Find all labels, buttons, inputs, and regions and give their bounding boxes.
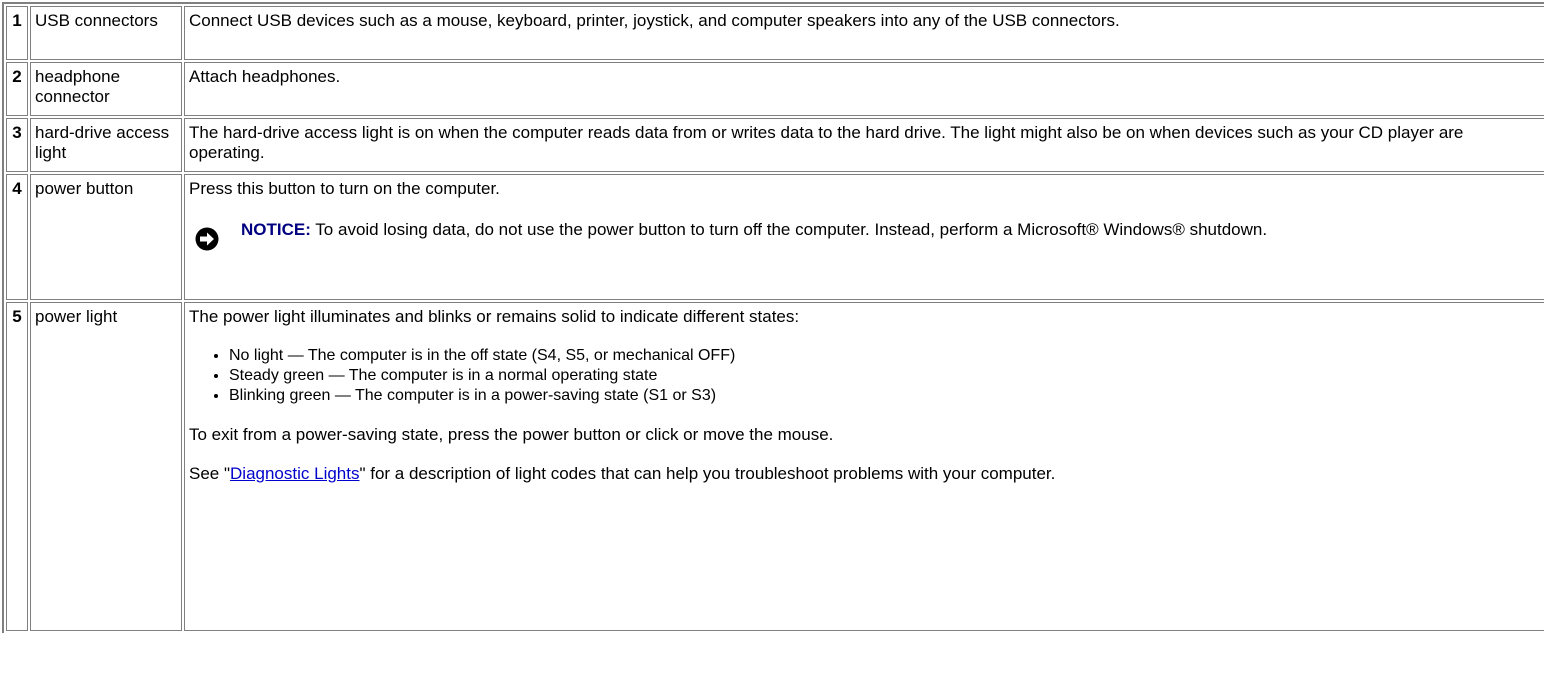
table-row: 5 power light The power light illuminate… — [6, 302, 1544, 631]
notice-text: To avoid losing data, do not use the pow… — [310, 220, 1268, 239]
see-suffix: " for a description of light codes that … — [359, 464, 1056, 483]
description-text: Connect USB devices such as a mouse, key… — [189, 11, 1120, 30]
feature-description: Attach headphones. — [184, 62, 1544, 116]
feature-name: power light — [30, 302, 182, 631]
table-row: 3 hard-drive access light The hard-drive… — [6, 118, 1544, 172]
row-number: 4 — [6, 174, 28, 300]
list-item: No light — The computer is in the off st… — [229, 346, 1541, 366]
feature-description: Connect USB devices such as a mouse, key… — [184, 6, 1544, 60]
table-row: 4 power button Press this button to turn… — [6, 174, 1544, 300]
row-number: 3 — [6, 118, 28, 172]
notice-box: NOTICE: To avoid losing data, do not use… — [189, 220, 1541, 251]
description-text: Attach headphones. — [189, 67, 341, 86]
feature-description: The power light illuminates and blinks o… — [184, 302, 1544, 631]
feature-name: headphone connector — [30, 62, 182, 116]
feature-description: Press this button to turn on the compute… — [184, 174, 1544, 300]
feature-name: power button — [30, 174, 182, 300]
list-item: Steady green — The computer is in a norm… — [229, 366, 1541, 386]
description-text: The hard-drive access light is on when t… — [189, 123, 1464, 162]
description-text: The power light illuminates and blinks o… — [189, 307, 800, 326]
table-row: 2 headphone connector Attach headphones. — [6, 62, 1544, 116]
power-states-list: No light — The computer is in the off st… — [189, 346, 1541, 406]
see-paragraph: See "Diagnostic Lights" for a descriptio… — [189, 464, 1541, 484]
row-number: 2 — [6, 62, 28, 116]
row-number: 1 — [6, 6, 28, 60]
feature-name: USB connectors — [30, 6, 182, 60]
diagnostic-lights-link[interactable]: Diagnostic Lights — [230, 464, 359, 483]
list-item: Blinking green — The computer is in a po… — [229, 386, 1541, 406]
notice-label: NOTICE: — [241, 220, 311, 239]
see-prefix: See " — [189, 464, 231, 483]
feature-description: The hard-drive access light is on when t… — [184, 118, 1544, 172]
table-row: 1 USB connectors Connect USB devices suc… — [6, 6, 1544, 60]
exit-text: To exit from a power-saving state, press… — [189, 425, 834, 444]
front-panel-features-table: 1 USB connectors Connect USB devices suc… — [2, 2, 1544, 633]
description-text: Press this button to turn on the compute… — [189, 179, 500, 198]
feature-name: hard-drive access light — [30, 118, 182, 172]
row-number: 5 — [6, 302, 28, 631]
notice-arrow-icon — [195, 227, 219, 251]
